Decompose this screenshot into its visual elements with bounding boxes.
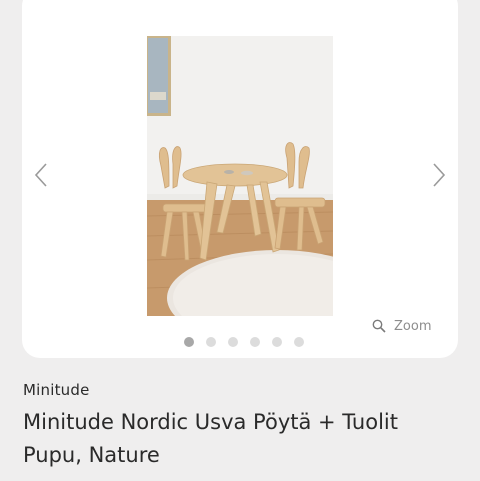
- product-photo: [147, 36, 333, 316]
- gallery-pagination: [184, 337, 304, 347]
- gallery-dot-1[interactable]: [184, 337, 194, 347]
- product-brand[interactable]: Minitude: [23, 381, 90, 399]
- magnifier-icon: [372, 319, 386, 333]
- gallery-dot-2[interactable]: [206, 337, 216, 347]
- previous-image-button[interactable]: [26, 160, 56, 190]
- chevron-right-icon: [433, 163, 446, 187]
- zoom-label: Zoom: [394, 318, 432, 334]
- gallery-dot-4[interactable]: [250, 337, 260, 347]
- gallery-dot-6[interactable]: [294, 337, 304, 347]
- product-image[interactable]: [147, 36, 333, 316]
- zoom-button[interactable]: Zoom: [372, 316, 431, 336]
- chevron-left-icon: [34, 163, 47, 187]
- next-image-button[interactable]: [424, 160, 454, 190]
- gallery-dot-5[interactable]: [272, 337, 282, 347]
- product-title: Minitude Nordic Usva Pöytä + Tuolit Pupu…: [23, 410, 398, 467]
- gallery-dot-3[interactable]: [228, 337, 238, 347]
